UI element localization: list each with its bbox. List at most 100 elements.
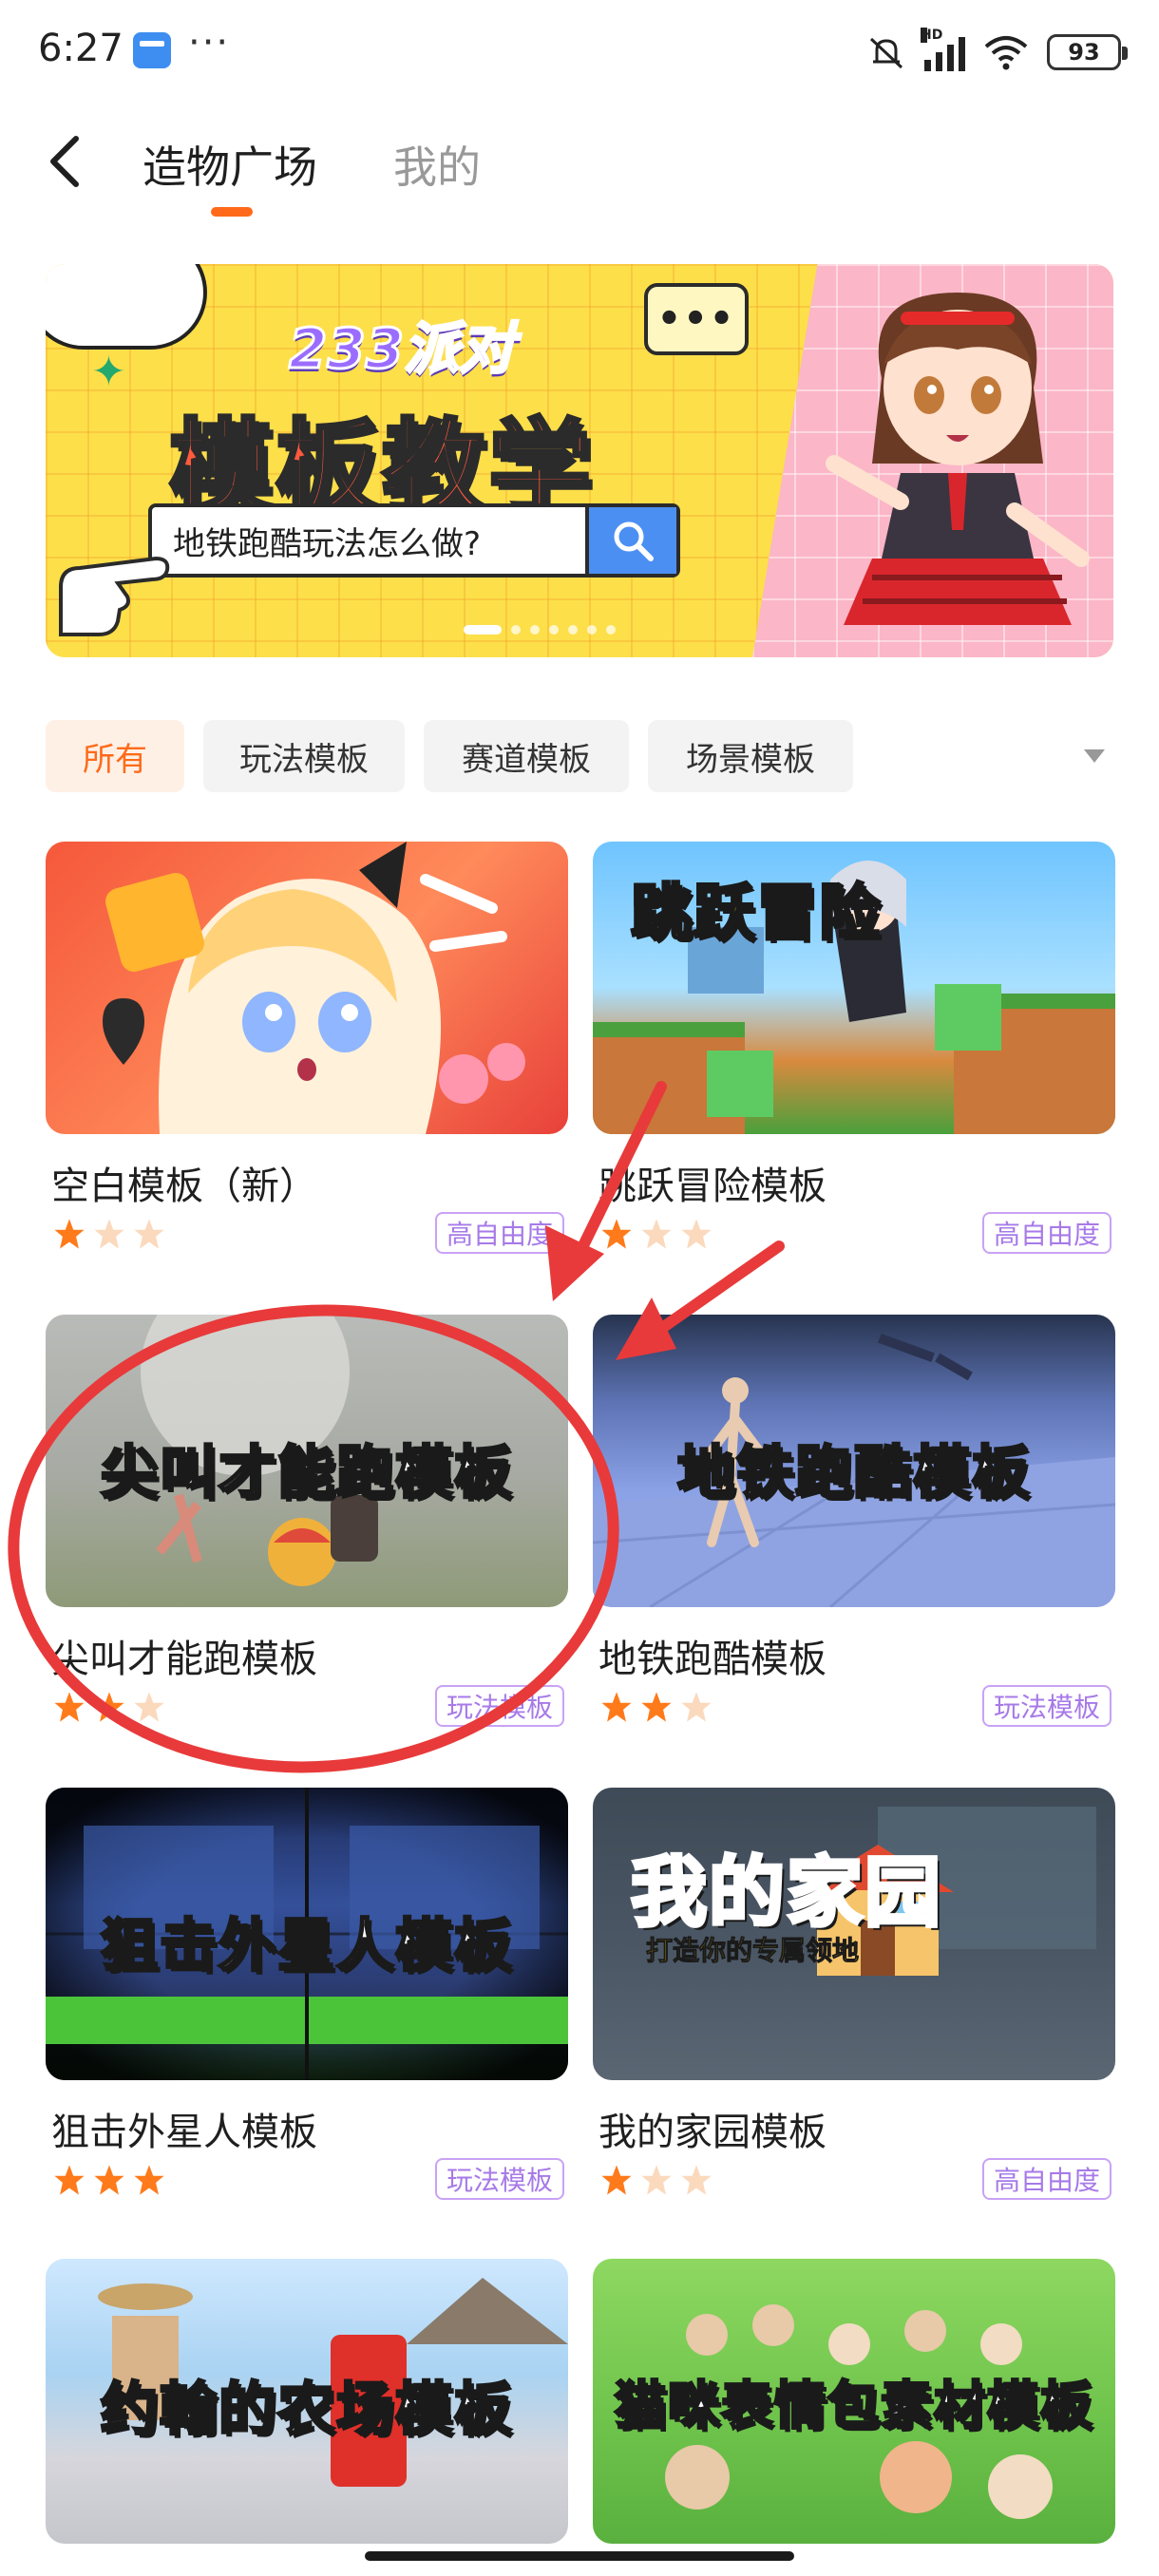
star-filled-icon — [641, 1692, 672, 1722]
thumbnail-caption: 尖叫才能跑模板 — [100, 1439, 513, 1508]
template-thumbnail: 尖叫才能跑模板 — [46, 1315, 568, 1607]
filter-chip-gameplay[interactable]: 玩法模板 — [203, 720, 405, 792]
template-title: 跳跃冒险模板 — [598, 1165, 826, 1208]
pagination-dot — [530, 625, 540, 635]
difficulty-stars — [53, 1691, 165, 1723]
template-card-scream-run[interactable]: 尖叫才能跑模板 尖叫才能跑模板 玩法模板 — [46, 1315, 568, 1761]
pagination-dot — [549, 625, 559, 635]
template-tag: 玩法模板 — [434, 2158, 564, 2200]
template-title: 狙击外星人模板 — [51, 2111, 317, 2154]
template-tag: 高自由度 — [981, 2158, 1112, 2200]
cell-signal-icon: HD — [921, 28, 965, 71]
banner-search-text: 地铁跑酷玩法怎么做? — [173, 524, 482, 563]
template-card-jump-adventure[interactable]: 跳跃冒险 跳跃冒险模板 高自由度 — [593, 842, 1115, 1288]
template-tag: 高自由度 — [981, 1212, 1112, 1254]
caret-down-icon — [1084, 749, 1105, 763]
back-button[interactable] — [36, 123, 93, 199]
sparkle-icon: ✦ — [91, 348, 126, 396]
template-card-my-home[interactable]: 我的家园 打造你的专属领地 我的家园模板 高自由度 — [593, 1788, 1115, 2234]
template-thumbnail: 狙击外星人模板 — [46, 1788, 568, 2080]
star-empty-icon — [681, 1219, 712, 1249]
star-filled-icon — [134, 2165, 164, 2195]
template-thumbnail — [46, 842, 568, 1134]
filter-dropdown-button[interactable] — [1075, 737, 1113, 775]
status-time: 6:27 — [38, 27, 124, 70]
template-card-cat-meme[interactable]: 猫咪表情包素材模板 — [593, 2259, 1115, 2544]
star-empty-icon — [134, 1692, 164, 1722]
template-tag: 高自由度 — [434, 1212, 564, 1254]
thumbnail-caption: 我的家园 — [629, 1847, 942, 1939]
template-card-sniper-alien[interactable]: 狙击外星人模板 狙击外星人模板 玩法模板 — [46, 1788, 568, 2234]
star-empty-icon — [94, 1219, 124, 1249]
thumbnail-caption: 约翰的农场模板 — [100, 2376, 513, 2445]
template-card-subway-parkour[interactable]: 地铁跑酷模板 地铁跑酷模板 玩法模板 — [593, 1315, 1115, 1761]
thumbnail-caption: 跳跃冒险 — [630, 878, 882, 951]
difficulty-stars — [600, 1218, 712, 1250]
thumbnail-caption: 地铁跑酷模板 — [676, 1439, 1031, 1508]
template-thumbnail: 我的家园 打造你的专属领地 — [593, 1788, 1115, 2080]
difficulty-stars — [53, 1218, 165, 1250]
star-filled-icon — [601, 1219, 632, 1249]
thumbnail-subcaption: 打造你的专属领地 — [645, 1935, 860, 1967]
template-thumbnail: 跳跃冒险 — [593, 842, 1115, 1134]
star-filled-icon — [601, 1692, 632, 1722]
speech-bubble-icon: ••• — [644, 283, 749, 355]
battery-icon: 93 — [1047, 34, 1128, 70]
difficulty-stars — [600, 2164, 712, 2196]
wifi-icon — [984, 36, 1028, 70]
pagination-dot-active — [464, 625, 502, 635]
tutorial-banner[interactable]: ✦ 233派对 ••• 模板教学 地铁跑酷玩法怎么做? — [46, 264, 1113, 657]
anime-girl-illustration — [826, 293, 1090, 625]
pointing-hand-icon — [59, 556, 170, 636]
top-nav: 造物广场 我的 — [0, 104, 1159, 228]
filter-chip-track[interactable]: 赛道模板 — [424, 720, 629, 792]
template-title: 空白模板（新） — [51, 1165, 317, 1208]
thumbnail-caption: 猫咪表情包素材模板 — [614, 2375, 1093, 2437]
template-title: 我的家园模板 — [598, 2111, 826, 2154]
pagination-dot — [587, 625, 597, 635]
filter-chip-all[interactable]: 所有 — [46, 720, 184, 792]
template-title: 地铁跑酷模板 — [598, 1638, 826, 1681]
tab-mine[interactable]: 我的 — [393, 133, 481, 196]
banner-pagination — [464, 625, 616, 635]
star-empty-icon — [641, 1219, 672, 1249]
star-filled-icon — [54, 1219, 85, 1249]
star-filled-icon — [94, 1692, 124, 1722]
filter-chip-scene[interactable]: 场景模板 — [648, 720, 853, 792]
thumbnail-caption: 狙击外星人模板 — [100, 1912, 513, 1981]
star-empty-icon — [681, 1692, 712, 1722]
star-filled-icon — [601, 2165, 632, 2195]
notification-app-icon — [133, 32, 171, 68]
star-empty-icon — [134, 1219, 164, 1249]
network-type-label: HD — [921, 28, 943, 43]
banner-brand-logo: 233派对 — [287, 315, 515, 383]
star-filled-icon — [94, 2165, 124, 2195]
template-filter-bar: 所有 玩法模板 赛道模板 场景模板 — [46, 720, 1113, 796]
star-empty-icon — [641, 2165, 672, 2195]
star-empty-icon — [681, 2165, 712, 2195]
active-tab-indicator — [211, 207, 253, 217]
home-indicator[interactable] — [365, 2551, 794, 2561]
template-thumbnail: 约翰的农场模板 — [46, 2259, 568, 2544]
tab-creation-plaza[interactable]: 造物广场 — [142, 133, 317, 196]
template-title: 尖叫才能跑模板 — [51, 1638, 317, 1681]
star-filled-icon — [54, 1692, 85, 1722]
more-notifications-icon: ··· — [188, 21, 231, 65]
star-filled-icon — [54, 2165, 85, 2195]
pagination-dot — [568, 625, 578, 635]
difficulty-stars — [600, 1691, 712, 1723]
difficulty-stars — [53, 2164, 165, 2196]
banner-search-graphic: 地铁跑酷玩法怎么做? — [148, 503, 680, 578]
mute-bell-icon — [869, 37, 903, 69]
pagination-dot — [606, 625, 616, 635]
pagination-dot — [511, 625, 521, 635]
chevron-left-icon — [50, 136, 79, 187]
search-icon — [585, 507, 676, 574]
template-card-blank[interactable]: 空白模板（新） 高自由度 — [46, 842, 568, 1288]
blank-template-illustration — [103, 842, 525, 1134]
status-bar: 6:27 ··· HD 93 — [0, 0, 1159, 104]
template-card-john-farm[interactable]: 约翰的农场模板 — [46, 2259, 568, 2544]
template-tag: 玩法模板 — [434, 1685, 564, 1727]
banner-cloud-decoration — [46, 264, 207, 350]
template-tag: 玩法模板 — [981, 1685, 1112, 1727]
